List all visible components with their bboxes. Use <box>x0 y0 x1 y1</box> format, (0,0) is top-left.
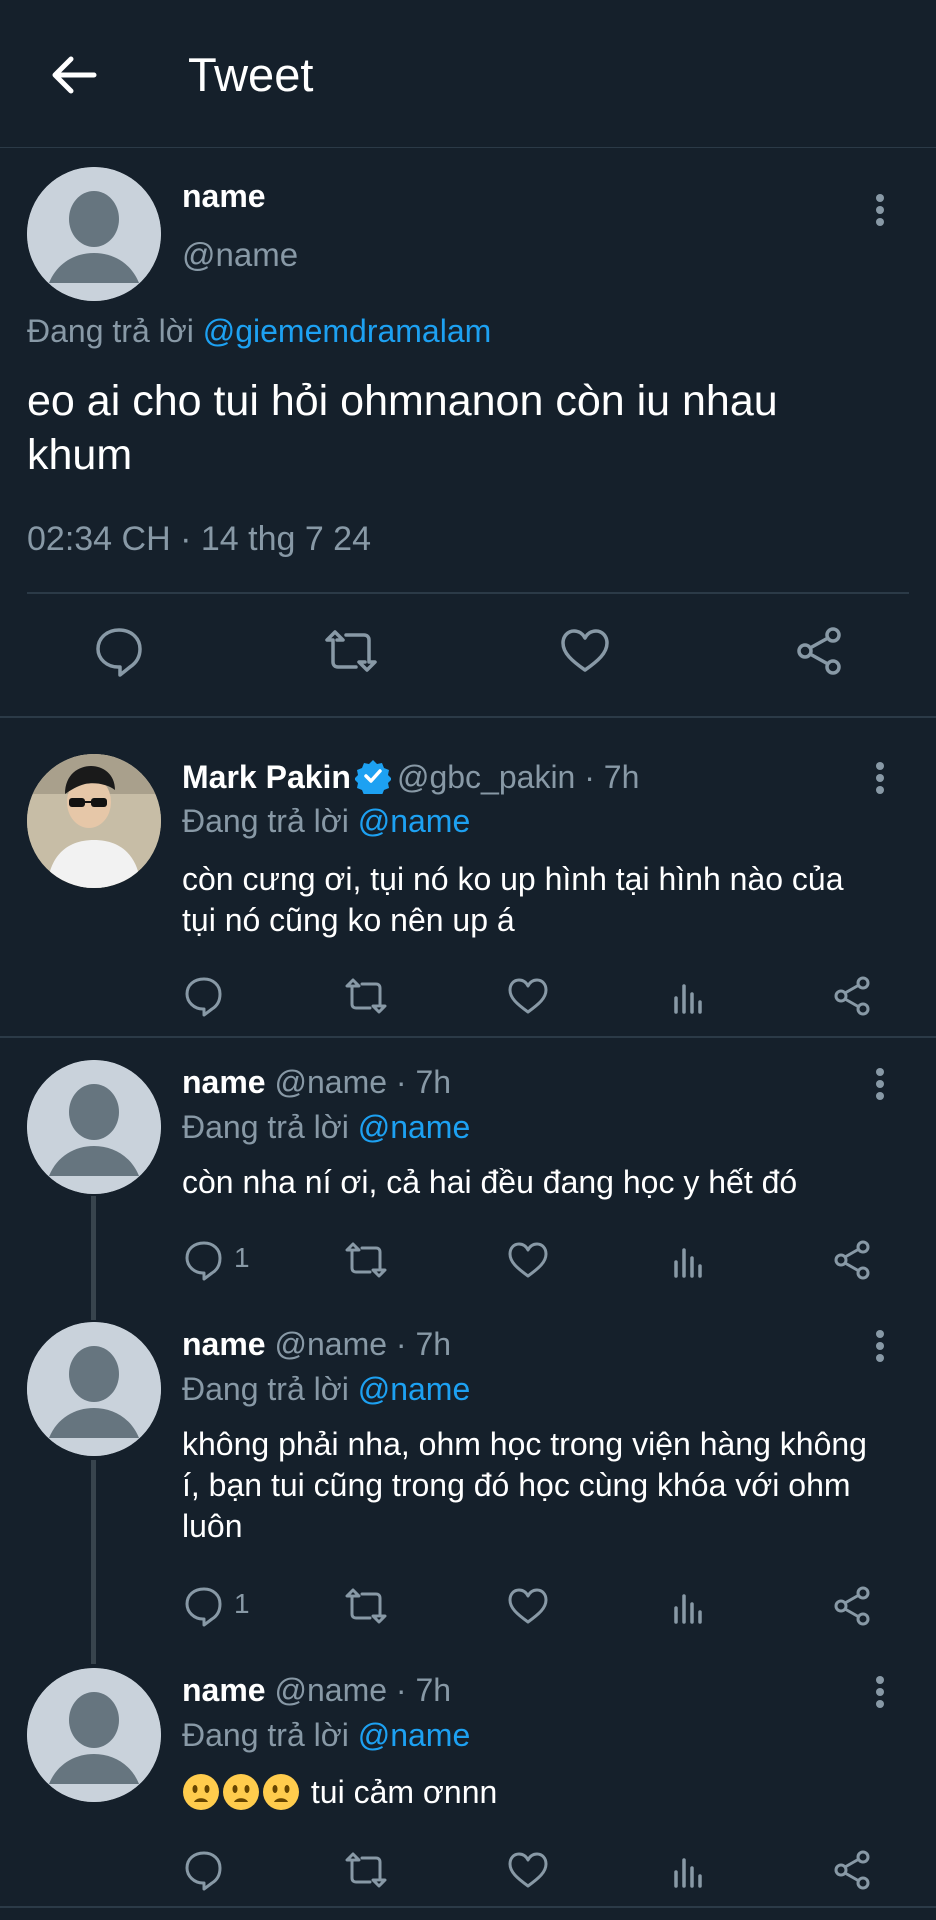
verified-badge-icon <box>353 758 392 798</box>
author-name[interactable]: name <box>182 178 266 215</box>
divider <box>0 1906 936 1908</box>
reply-text-row: tui cảm ơnnn <box>182 1772 882 1813</box>
tweet-timestamp[interactable]: 02:34 CH · 14 thg 7 24 <box>27 520 371 559</box>
like-icon[interactable] <box>506 974 550 1018</box>
reply-text: còn nha ní ơi, cả hai đều đang học y hết… <box>182 1164 798 1200</box>
more-vertical-icon[interactable] <box>868 1064 892 1104</box>
frowning-face-icon <box>182 1773 220 1811</box>
mention-link[interactable]: @name <box>358 1371 471 1407</box>
author-name[interactable]: name <box>182 1672 266 1708</box>
replying-prefix: Đang trả lời <box>27 313 194 349</box>
reply-header: name @name · 7h <box>182 1672 451 1709</box>
replying-to: Đang trả lời @name <box>182 1371 470 1408</box>
reply-text: còn cưng ơi, tụi nó ko up hình tại hình … <box>182 861 844 938</box>
like-icon[interactable] <box>506 1238 550 1282</box>
reply-time: · 7h <box>584 759 640 795</box>
retweet-icon[interactable] <box>344 1238 388 1282</box>
author-name[interactable]: name <box>182 1064 266 1100</box>
frowning-face-icon <box>262 1773 300 1811</box>
avatar[interactable] <box>27 1060 161 1194</box>
reply-icon[interactable] <box>182 1848 226 1892</box>
mention-link[interactable]: @name <box>358 803 471 839</box>
reply-text: không phải nha, ohm học trong viện hàng … <box>182 1426 867 1544</box>
reply-time: · 7h <box>395 1326 452 1362</box>
retweet-icon[interactable] <box>344 974 388 1018</box>
replying-prefix: Đang trả lời <box>182 1109 349 1145</box>
reply-header: Mark Pakin @gbc_pakin · 7h <box>182 758 640 798</box>
reply-text: tui cảm ơnnn <box>310 1774 498 1810</box>
author-handle: @name <box>274 1326 388 1362</box>
analytics-icon[interactable] <box>668 974 712 1018</box>
share-icon[interactable] <box>830 1584 874 1628</box>
replying-to: Đang trả lời @name <box>182 1109 470 1146</box>
share-icon[interactable] <box>830 974 874 1018</box>
analytics-icon[interactable] <box>668 1238 712 1282</box>
more-vertical-icon[interactable] <box>868 1326 892 1366</box>
more-vertical-icon[interactable] <box>868 190 892 230</box>
reply-time: · 7h <box>395 1672 452 1708</box>
author-handle: @name <box>274 1672 388 1708</box>
top-app-bar: Tweet <box>0 0 936 148</box>
replying-to: Đang trả lời @name <box>182 1717 470 1754</box>
mention-link[interactable]: @name <box>358 1109 471 1145</box>
page-title: Tweet <box>188 48 314 101</box>
reply-tweet: Mark Pakin @gbc_pakin · 7h Đang trả lời @… <box>0 718 936 1036</box>
frowning-face-icon <box>222 1773 260 1811</box>
author-name[interactable]: name <box>182 1326 266 1362</box>
tweet-text: eo ai cho tui hỏi ohmnanon còn iu nhau k… <box>27 377 778 479</box>
more-vertical-icon[interactable] <box>868 758 892 798</box>
retweet-icon[interactable] <box>324 624 378 678</box>
share-icon[interactable] <box>830 1848 874 1892</box>
like-icon[interactable] <box>558 624 612 678</box>
analytics-icon[interactable] <box>668 1848 712 1892</box>
mention-link[interactable]: @name <box>358 1717 471 1753</box>
mention-link[interactable]: @giememdramalam <box>203 313 492 349</box>
replying-prefix: Đang trả lời <box>182 1371 349 1407</box>
avatar[interactable] <box>27 1322 161 1456</box>
analytics-icon[interactable] <box>668 1584 712 1628</box>
main-tweet: name @name Đang trả lời @giememdramalam … <box>0 148 936 718</box>
author-handle: @gbc_pakin <box>396 759 576 795</box>
replying-prefix: Đang trả lời <box>182 803 349 839</box>
reply-time: · 7h <box>395 1064 452 1100</box>
reply-header: name @name · 7h <box>182 1326 451 1363</box>
replying-to: Đang trả lời @name <box>182 803 470 840</box>
author-handle: @name <box>274 1064 388 1100</box>
share-icon[interactable] <box>830 1238 874 1282</box>
reply-tweet: name @name · 7h Đang trả lời @name tui c… <box>0 1646 936 1906</box>
replying-to: Đang trả lời @giememdramalam <box>27 313 491 350</box>
author-handle: @name <box>182 236 299 273</box>
back-arrow-icon[interactable] <box>44 46 102 104</box>
reply-count: 1 <box>234 1242 250 1273</box>
reply-header: name @name · 7h <box>182 1064 451 1101</box>
retweet-icon[interactable] <box>344 1848 388 1892</box>
divider <box>27 592 909 594</box>
reply-tweet: name @name · 7h Đang trả lời @name còn n… <box>0 1038 936 1300</box>
more-vertical-icon[interactable] <box>868 1672 892 1712</box>
share-icon[interactable] <box>792 624 846 678</box>
avatar[interactable] <box>27 1668 161 1802</box>
author-name[interactable]: Mark Pakin <box>182 759 351 795</box>
like-icon[interactable] <box>506 1584 550 1628</box>
reply-icon[interactable] <box>182 974 226 1018</box>
replying-prefix: Đang trả lời <box>182 1717 349 1753</box>
reply-icon[interactable] <box>182 1238 226 1282</box>
reply-icon[interactable] <box>182 1584 226 1628</box>
retweet-icon[interactable] <box>344 1584 388 1628</box>
like-icon[interactable] <box>506 1848 550 1892</box>
reply-count: 1 <box>234 1588 250 1619</box>
avatar[interactable] <box>27 754 161 888</box>
avatar[interactable] <box>27 167 161 301</box>
reply-tweet: name @name · 7h Đang trả lời @name không… <box>0 1300 936 1646</box>
reply-icon[interactable] <box>92 624 146 678</box>
